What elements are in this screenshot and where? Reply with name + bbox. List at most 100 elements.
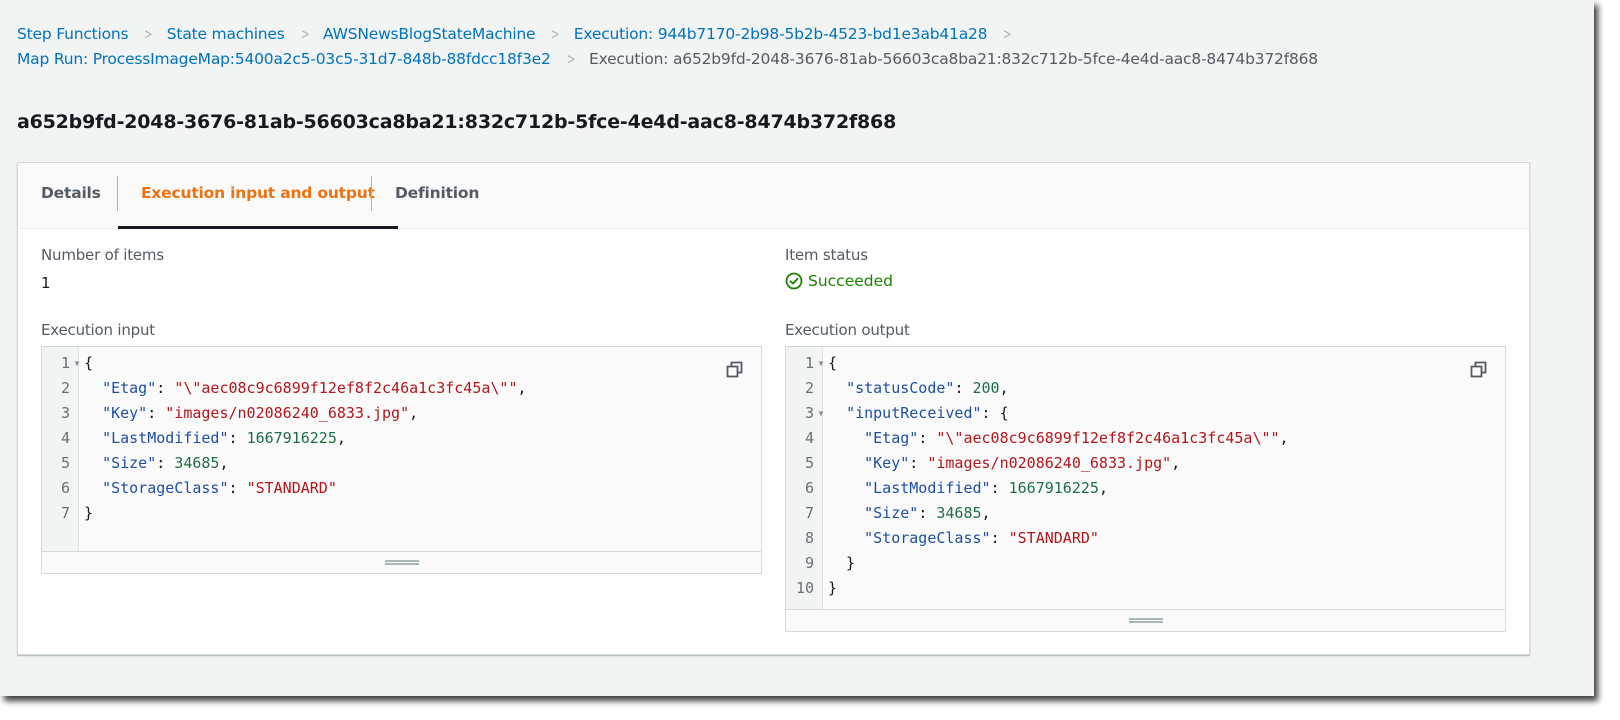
tab-execution-input-output[interactable]: Execution input and output [118,163,398,229]
json-punctuation: : [909,454,928,472]
code-line: 1 ▼{ [786,351,1505,376]
code-lines: 1 ▼{2 "Etag": "\"aec08c9c6899f12ef8f2c46a… [42,351,761,526]
breadcrumb-parent-execution[interactable]: Execution: 944b7170-2b98-5b2b-4523-bd1e3… [574,25,988,43]
json-punctuation: } [84,504,94,522]
json-string: "\"aec08c9c6899f12ef8f2c46a1c3fc45a\"" [936,429,1280,447]
breadcrumb-step-functions[interactable]: Step Functions [17,25,129,43]
json-punctuation: , [409,404,419,422]
json-punctuation [828,504,864,522]
code-line: 5 "Size": 34685, [42,451,761,476]
code-text: } [84,501,93,526]
json-punctuation: } [828,554,856,572]
code-line: 7 "Size": 34685, [786,501,1505,526]
copy-icon[interactable] [1470,361,1488,379]
code-text: { [84,351,93,376]
number-of-items-label: Number of items [41,246,164,264]
execution-input-editor[interactable]: 1 ▼{2 "Etag": "\"aec08c9c6899f12ef8f2c46a… [41,346,762,574]
json-punctuation [828,429,864,447]
fold-arrow-icon[interactable]: ▼ [814,351,828,376]
json-key: "Etag" [102,379,157,397]
check-circle-icon [785,272,803,290]
tab-bar: Details Execution input and output Defin… [18,163,1529,229]
code-line: 2 "Etag": "\"aec08c9c6899f12ef8f2c46a1c3… [42,376,761,401]
json-key: "Etag" [864,429,919,447]
resize-handle[interactable] [786,609,1505,631]
breadcrumb-state-machine[interactable]: AWSNewsBlogStateMachine [323,25,536,43]
json-punctuation: , [336,429,346,447]
json-punctuation: : [990,529,1009,547]
status-badge: Succeeded [785,272,893,290]
fold-arrow-icon[interactable]: ▼ [814,401,828,426]
chevron-right-icon: > [566,50,576,68]
tab-definition[interactable]: Definition [372,163,502,226]
copy-icon[interactable] [726,361,744,379]
json-punctuation [84,404,102,422]
resize-handle[interactable] [42,551,761,573]
json-punctuation: : [990,479,1009,497]
line-number: 2 [60,379,70,397]
json-punctuation: , [1171,454,1181,472]
json-punctuation: : [228,479,247,497]
json-punctuation [828,529,864,547]
code-text: "StorageClass": "STANDARD" [828,526,1099,551]
breadcrumb-map-run[interactable]: Map Run: ProcessImageMap:5400a2c5-03c5-3… [17,50,551,68]
code-line: 6 "StorageClass": "STANDARD" [42,476,761,501]
line-number: 4 [804,429,814,447]
line-number: 4 [60,429,70,447]
line-number: 10 [795,579,814,597]
code-text: { [828,351,837,376]
execution-output-editor[interactable]: 1 ▼{2 "statusCode": 200, 3 ▼ "inputReceived… [785,346,1506,632]
json-punctuation: , [1279,429,1289,447]
json-key: "Key" [102,404,148,422]
json-string: "STANDARD" [1008,529,1099,547]
tab-details[interactable]: Details [18,163,124,226]
code-text: "StorageClass": "STANDARD" [84,476,337,501]
code-text: "Size": 34685, [828,501,990,526]
code-text: "inputReceived": { [828,401,1009,426]
line-number: 3 [60,404,70,422]
json-punctuation [828,479,864,497]
code-line: 5 "Key": "images/n02086240_6833.jpg", [786,451,1505,476]
fold-arrow-icon[interactable]: ▼ [70,351,84,376]
json-key: "LastModified" [102,429,229,447]
code-text: "Size": 34685, [84,451,228,476]
chevron-right-icon: > [300,25,310,43]
json-punctuation: , [1098,479,1108,497]
execution-panel: Details Execution input and output Defin… [17,162,1530,655]
json-number: 34685 [936,504,982,522]
code-text: } [828,551,855,576]
json-punctuation: : [918,504,937,522]
item-status-label: Item status [785,246,868,264]
grip-icon [384,560,419,565]
json-punctuation [828,379,846,397]
json-punctuation: } [828,579,838,597]
json-punctuation: , [517,379,527,397]
breadcrumb-state-machines[interactable]: State machines [167,25,285,43]
json-number: 1667916225 [246,429,337,447]
breadcrumb: Step Functions > State machines > AWSNewsBlo… [17,22,1577,72]
line-number: 5 [60,454,70,472]
status-text: Succeeded [808,272,893,290]
json-string: "\"aec08c9c6899f12ef8f2c46a1c3fc45a\"" [174,379,518,397]
line-number: 1 [804,354,814,372]
json-key: "Key" [864,454,910,472]
code-line: 8 "StorageClass": "STANDARD" [786,526,1505,551]
json-key: "inputReceived" [846,404,982,422]
line-number: 6 [60,479,70,497]
code-line: 4 "LastModified": 1667916225, [42,426,761,451]
json-punctuation: : [156,379,175,397]
number-of-items-value: 1 [41,274,51,292]
line-number: 6 [804,479,814,497]
json-punctuation: : { [981,404,1009,422]
line-number: 7 [60,504,70,522]
json-punctuation: : [918,429,937,447]
code-line: 3 "Key": "images/n02086240_6833.jpg", [42,401,761,426]
code-line: 10} [786,576,1505,601]
